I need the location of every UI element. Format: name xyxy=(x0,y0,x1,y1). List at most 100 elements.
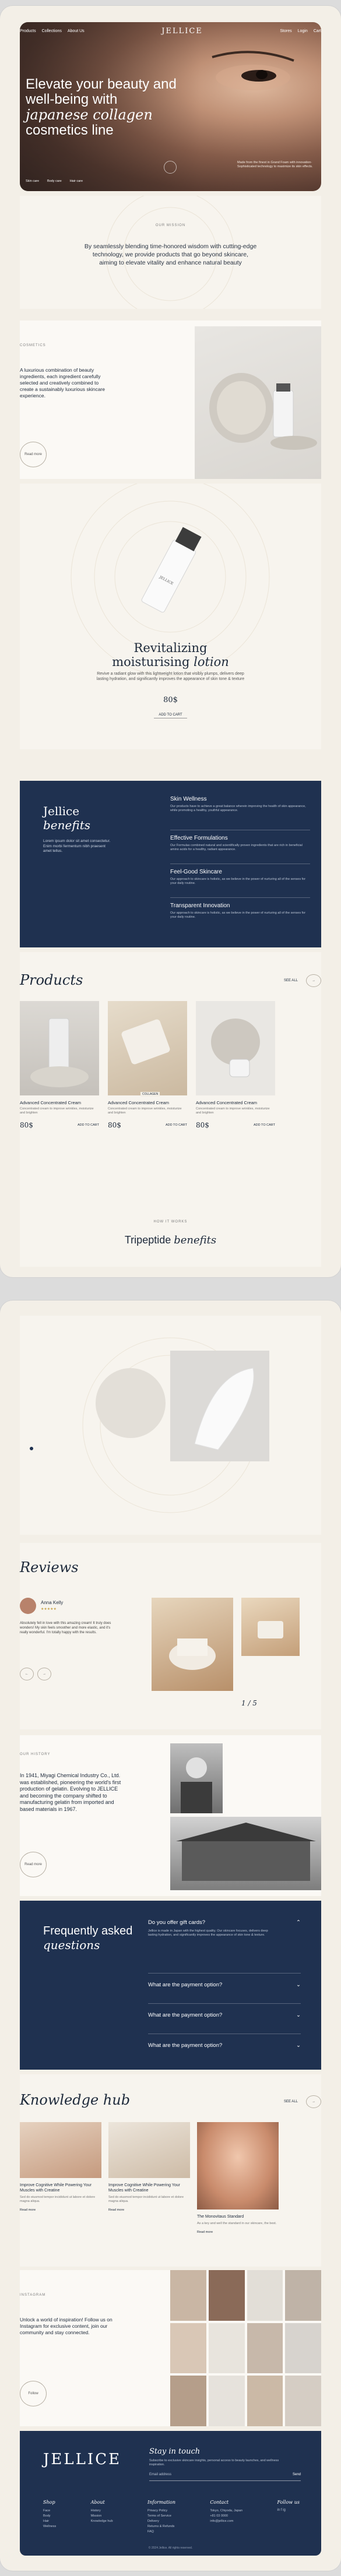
history-read-more-button[interactable]: Read more xyxy=(20,1852,47,1877)
nav-link-login[interactable]: Login xyxy=(298,29,308,33)
nav-link-stores[interactable]: Stores xyxy=(280,29,291,33)
faq-list: Do you offer gift cards? ⌃ Jellice is mad… xyxy=(148,1919,301,2064)
products-section: Products SEE ALL → Advanced Concentrated… xyxy=(20,952,321,1174)
article-card[interactable]: The Monovitaus Standard As a key and wel… xyxy=(197,2122,279,2234)
footer-col-about: About History Mission Knowledge hub xyxy=(90,2500,113,2523)
products-next-arrow-icon[interactable]: → xyxy=(306,974,321,987)
product-still-life xyxy=(209,373,317,450)
review-counter: 1 / 5 xyxy=(241,1699,257,1707)
instagram-post[interactable] xyxy=(247,2376,283,2426)
reviews-prev-arrow-icon[interactable]: ← xyxy=(20,1668,34,1680)
footer-email-field[interactable]: Email address Send xyxy=(149,2473,301,2481)
instagram-post[interactable] xyxy=(285,2323,321,2374)
hero-tab-body[interactable]: Body care xyxy=(47,179,62,183)
reviewer-name: Anna Kelly xyxy=(41,1600,64,1605)
hero-tab-skin[interactable]: Skin care xyxy=(26,179,39,183)
article-image xyxy=(197,2122,279,2209)
nav-link-cart[interactable]: Cart xyxy=(314,29,321,33)
history-kicker: OUR HISTORY xyxy=(20,1753,51,1756)
cosmetics-photo xyxy=(195,326,321,479)
footer-stay-text: Subscribe to exclusive skincare insights… xyxy=(149,2459,279,2466)
instagram-post[interactable] xyxy=(170,2270,206,2321)
faq-item-open[interactable]: Do you offer gift cards? ⌃ Jellice is mad… xyxy=(148,1919,301,1973)
footer-submit-button[interactable]: Send xyxy=(293,2473,301,2480)
reviews-next-arrow-icon[interactable]: → xyxy=(37,1668,51,1680)
review-stars: ★★★★★ xyxy=(41,1608,57,1611)
faq-title: Frequently asked questions xyxy=(43,1925,133,1952)
instagram-follow-button[interactable]: Follow xyxy=(20,2381,47,2406)
benefit-item: Feel-Good Skincare Our approach to skinca… xyxy=(170,864,310,897)
brand-logo[interactable]: JELLICE xyxy=(161,27,203,36)
article-card[interactable]: Improve Cognitive While Powering Your Mu… xyxy=(108,2122,190,2212)
instagram-section: INSTAGRAM Unlock a world of inspiration!… xyxy=(20,2270,321,2426)
founder-portrait xyxy=(170,1743,223,1813)
benefits-section: Jellice benefits Lorem ipsum dolor sit am… xyxy=(20,781,321,947)
instagram-post[interactable] xyxy=(208,2376,245,2426)
nav-link-products[interactable]: Products xyxy=(20,29,36,33)
footer-col-contact: Contact Tokyo, Chiyoda, Japan +81 03 0000… xyxy=(210,2500,243,2523)
hero-description: Made from the finest in Grand Foam with … xyxy=(237,161,313,168)
benefits-list: Skin Wellness Our products have to achiev… xyxy=(170,796,310,931)
product-card[interactable]: COLLAGEN Advanced Concentrated Cream Con… xyxy=(108,1001,187,1129)
faq-item[interactable]: What are the payment option? ⌄ xyxy=(148,1973,301,2003)
faq-item[interactable]: What are the payment option? ⌄ xyxy=(148,2034,301,2064)
hero-tab-hair[interactable]: Hair care xyxy=(70,179,83,183)
instagram-post[interactable] xyxy=(285,2270,321,2321)
read-more-link[interactable]: Read more xyxy=(108,2208,190,2212)
lotion-bottle-image: JELLICE xyxy=(141,527,202,613)
benefit-item: Skin Wellness Our products have to achiev… xyxy=(170,796,306,812)
historic-building-photo xyxy=(170,1817,321,1890)
instagram-post[interactable] xyxy=(170,2376,206,2426)
knowledge-next-arrow-icon[interactable]: → xyxy=(306,2095,321,2108)
cosmetics-read-more-button[interactable]: Read more xyxy=(20,442,47,467)
top-nav: Products Collections About Us JELLICE St… xyxy=(20,22,321,40)
cosmetics-text: A luxurious combination of beauty ingred… xyxy=(20,367,105,399)
read-more-link[interactable]: Read more xyxy=(197,2230,279,2234)
lotion-price: 80$ xyxy=(163,696,178,704)
nav-link-collections[interactable]: Collections xyxy=(42,29,62,33)
product-card[interactable]: Advanced Concentrated Cream Concentrated… xyxy=(196,1001,275,1129)
knowledge-see-all[interactable]: SEE ALL xyxy=(284,2100,298,2103)
products-see-all[interactable]: SEE ALL xyxy=(284,979,298,982)
lotion-description: Revive a radiant glow with this lightwei… xyxy=(96,672,245,681)
hero-tabs: Skin care Body care Hair care xyxy=(26,179,83,183)
review-photo-2 xyxy=(241,1598,300,1656)
footer-logo[interactable]: JELLICE xyxy=(43,2451,121,2468)
tripeptide-kicker: HOW IT WORKS xyxy=(153,1220,188,1224)
social-icons[interactable]: in f ig xyxy=(277,2508,300,2512)
product-image xyxy=(196,1001,275,1095)
benefit-item: Transparent Innovation Our approach to sk… xyxy=(170,897,310,931)
hero-title: Elevate your beauty and well-being with … xyxy=(26,76,177,138)
add-to-cart-button[interactable]: ADD TO CART xyxy=(254,1123,275,1127)
product-card[interactable]: Advanced Concentrated Cream Concentrated… xyxy=(20,1001,99,1129)
copyright: © 2024 Jellice. All rights reserved. xyxy=(148,2546,193,2550)
instagram-post[interactable] xyxy=(170,2323,206,2374)
article-image xyxy=(20,2122,101,2178)
chevron-up-icon: ⌃ xyxy=(296,1919,301,1926)
instagram-post[interactable] xyxy=(247,2270,283,2321)
history-text: In 1941, Miyagi Chemical Industry Co., L… xyxy=(20,1772,121,1812)
instagram-post[interactable] xyxy=(208,2323,245,2374)
products-title: Products xyxy=(20,972,83,988)
lotion-add-to-cart[interactable]: ADD TO CART xyxy=(154,713,187,718)
instagram-post[interactable] xyxy=(285,2376,321,2426)
faq-item[interactable]: What are the payment option? ⌄ xyxy=(148,2003,301,2034)
nav-link-about[interactable]: About Us xyxy=(68,29,85,33)
read-more-link[interactable]: Read more xyxy=(20,2208,101,2212)
add-to-cart-button[interactable]: ADD TO CART xyxy=(78,1123,99,1127)
instagram-post[interactable] xyxy=(208,2270,245,2321)
chevron-down-icon: ⌄ xyxy=(296,2042,301,2049)
instagram-post[interactable] xyxy=(247,2323,283,2374)
footer-columns: Shop Face Body Hair Wellness About History M… xyxy=(43,2500,300,2535)
mission-section: OUR MISSION By seamlessly blending time-… xyxy=(20,196,321,309)
review-text: Absolutely fell in love with this amazin… xyxy=(20,1622,111,1634)
chevron-down-icon: ⌄ xyxy=(296,2012,301,2018)
add-to-cart-button[interactable]: ADD TO CART xyxy=(166,1123,187,1127)
knowledge-section: Knowledge hub SEE ALL → Improve Cognitiv… xyxy=(20,2074,321,2267)
benefit-item: Effective Formulations Our Formulas combi… xyxy=(170,830,310,864)
article-image xyxy=(108,2122,190,2178)
reviews-title: Reviews xyxy=(20,1559,79,1576)
scroll-down-icon[interactable] xyxy=(164,161,177,174)
mission-text: By seamlessly blending time-honored wisd… xyxy=(84,243,257,266)
article-card[interactable]: Improve Cognitive While Powering Your Mu… xyxy=(20,2122,101,2212)
